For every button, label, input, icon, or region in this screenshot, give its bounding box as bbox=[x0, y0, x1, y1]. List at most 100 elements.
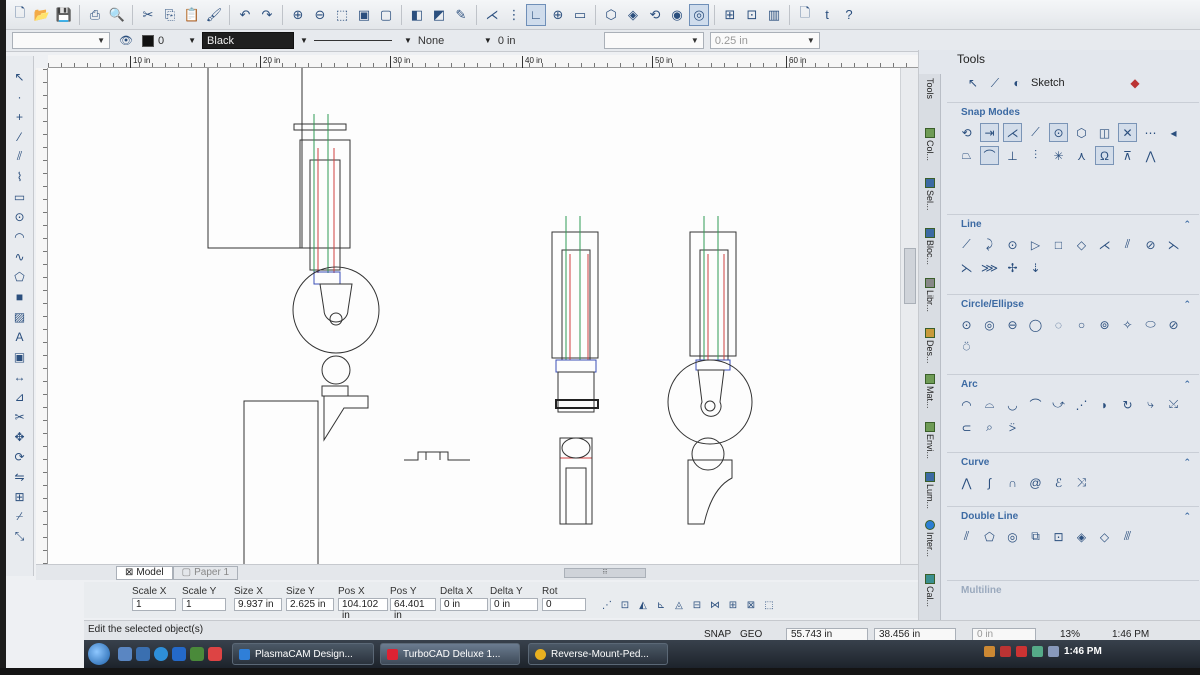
bisector-icon[interactable]: ⋋ bbox=[1164, 235, 1183, 254]
start-button[interactable] bbox=[88, 643, 110, 665]
circle-tangent-icon[interactable]: ◌ bbox=[1049, 315, 1068, 334]
drawing-canvas[interactable] bbox=[48, 68, 900, 564]
page-icon[interactable]: 🗋 bbox=[795, 4, 815, 26]
vertical-scrollbar[interactable] bbox=[900, 68, 918, 564]
zoom-window-icon[interactable]: ⬚ bbox=[332, 4, 352, 26]
revision-cloud-icon[interactable]: ⤨ bbox=[1072, 473, 1091, 492]
circle-point-icon[interactable]: ✧ bbox=[1118, 315, 1137, 334]
line-circle-icon[interactable]: ⊙ bbox=[1003, 235, 1022, 254]
taskbar-item[interactable]: PlasmaCAM Design... bbox=[232, 643, 374, 665]
collapse-icon[interactable]: ⌃ bbox=[1183, 457, 1191, 468]
polygon-icon[interactable]: ◇ bbox=[1072, 235, 1091, 254]
move-icon[interactable]: ✥ bbox=[10, 428, 30, 445]
field-value[interactable]: 1 bbox=[132, 598, 176, 611]
curve-arch-icon[interactable]: ∩ bbox=[1003, 473, 1022, 492]
line-style-combo[interactable] bbox=[313, 40, 398, 41]
snap-intersect-icon[interactable]: ⊞ bbox=[726, 598, 740, 612]
snap-vertex-icon[interactable]: ⋰ bbox=[600, 598, 614, 612]
double-rhombus-icon[interactable]: ◇ bbox=[1095, 527, 1114, 546]
field-value[interactable]: 0 in bbox=[490, 598, 538, 611]
ellipse-rotated-icon[interactable]: ⊘ bbox=[1164, 315, 1183, 334]
snap-angle-icon[interactable]: ⋀ bbox=[1141, 146, 1160, 165]
triangle-icon[interactable]: ▷ bbox=[1026, 235, 1045, 254]
side-tab-luminance[interactable]: Lum... bbox=[921, 472, 939, 509]
delta-y-field[interactable]: Delta Y 0 in bbox=[490, 586, 538, 611]
tray-icon[interactable] bbox=[1016, 646, 1027, 657]
scale-x-field[interactable]: Scale X 1 bbox=[132, 586, 176, 611]
taskbar-item[interactable]: Reverse-Mount-Ped... bbox=[528, 643, 668, 665]
size-y-field[interactable]: Size Y 2.625 in bbox=[286, 586, 334, 611]
snap-center-icon[interactable]: ⊡ bbox=[618, 598, 632, 612]
snap-tangent-icon[interactable]: ⟋ bbox=[1026, 123, 1045, 142]
field-value[interactable]: 2.625 in bbox=[286, 598, 334, 611]
chevron-down-icon[interactable]: ▼ bbox=[484, 36, 492, 45]
camera-icon[interactable]: ◉ bbox=[667, 4, 687, 26]
crosshair-icon[interactable]: + bbox=[10, 108, 30, 125]
text-icon[interactable]: t bbox=[817, 4, 837, 26]
side-tab-selection[interactable]: Sel... bbox=[921, 178, 939, 211]
undo-icon[interactable]: ↶ bbox=[235, 4, 255, 26]
field-value[interactable]: 9.937 in bbox=[234, 598, 282, 611]
snap-align-icon[interactable]: ⋌ bbox=[1003, 123, 1022, 142]
field-value[interactable]: 104.102 in bbox=[338, 598, 388, 621]
bezier-icon[interactable]: ∫ bbox=[980, 473, 999, 492]
redraw-icon[interactable]: ▢ bbox=[376, 4, 396, 26]
desktop-icon[interactable] bbox=[118, 647, 132, 661]
rectangle-icon[interactable]: □ bbox=[1049, 235, 1068, 254]
help-icon[interactable]: ? bbox=[839, 4, 859, 26]
double-line-icon[interactable]: ⫽ bbox=[957, 527, 976, 546]
workplane-icon[interactable]: ▭ bbox=[570, 4, 590, 26]
section-header[interactable]: Curve ⌃ bbox=[947, 453, 1199, 471]
arc-fillet-icon[interactable]: ⤷ bbox=[1141, 395, 1160, 414]
arc-u-icon[interactable]: ◡ bbox=[1003, 395, 1022, 414]
tangent-line-icon[interactable]: ⊘ bbox=[1141, 235, 1160, 254]
rotation-field[interactable]: Rot 0 bbox=[542, 586, 586, 611]
side-tab-environment[interactable]: Envi... bbox=[921, 422, 939, 459]
snap-quad-icon[interactable]: ⊠ bbox=[744, 598, 758, 612]
render-icon[interactable]: ◎ bbox=[689, 3, 709, 26]
node-edit-icon[interactable]: ⟋ bbox=[987, 74, 1003, 92]
print-icon[interactable]: ⎙ bbox=[85, 4, 105, 26]
pen-color-control[interactable]: 0 bbox=[142, 34, 164, 47]
circle-center-icon[interactable]: ⊙ bbox=[957, 315, 976, 334]
geo-indicator[interactable]: GEO bbox=[740, 629, 762, 640]
side-tab-internet[interactable]: Inter... bbox=[921, 520, 939, 557]
chart-icon[interactable]: ▥ bbox=[764, 4, 784, 26]
snap-grid-icon[interactable]: ⋯ bbox=[1141, 123, 1160, 142]
arc-tangent-icon[interactable]: ⌒ bbox=[1026, 395, 1045, 414]
snap-center-icon[interactable]: ⊙ bbox=[1049, 123, 1068, 142]
arc-icon[interactable]: ◠ bbox=[10, 228, 30, 245]
double-rect-icon[interactable]: ⧉ bbox=[1026, 527, 1045, 546]
stretch-icon[interactable]: ⤡ bbox=[10, 528, 30, 545]
target-icon[interactable]: ⊕ bbox=[548, 4, 568, 26]
fill-icon[interactable]: ■ bbox=[10, 288, 30, 305]
parallel-icon[interactable]: ⫽ bbox=[1118, 235, 1137, 254]
snap-line-icon[interactable]: ⊼ bbox=[1118, 146, 1137, 165]
sheet-icon[interactable]: ⊞ bbox=[720, 4, 740, 26]
select-arrow-icon[interactable]: ↖ bbox=[965, 74, 981, 92]
snap-middle-icon[interactable]: ⊟ bbox=[690, 598, 704, 612]
arrow-down-icon[interactable]: ⇣ bbox=[1026, 258, 1045, 277]
ie-icon[interactable] bbox=[172, 647, 186, 661]
circle-icon[interactable]: ○ bbox=[1072, 315, 1091, 334]
snap-tangent-icon[interactable]: ◭ bbox=[636, 598, 650, 612]
arc-elliptical-icon[interactable]: ⊂ bbox=[957, 418, 976, 437]
delta-x-field[interactable]: Delta X 0 in bbox=[440, 586, 488, 611]
side-tab-design[interactable]: Des... bbox=[921, 328, 939, 364]
side-tab-calculator[interactable]: Cal... bbox=[921, 574, 939, 607]
circle-2pt-icon[interactable]: ⊖ bbox=[1003, 315, 1022, 334]
block-icon[interactable]: ⊡ bbox=[742, 4, 762, 26]
app-icon[interactable] bbox=[190, 647, 204, 661]
snap-block-icon[interactable]: ◫ bbox=[1095, 123, 1114, 142]
ellipse-icon[interactable]: ⬭ bbox=[1141, 315, 1160, 334]
trim-icon[interactable]: ✂ bbox=[10, 408, 30, 425]
zoom-icon[interactable]: ⊕ bbox=[288, 4, 308, 26]
horizontal-scrollbar-thumb[interactable]: ⁝⁝ bbox=[564, 568, 646, 578]
polygon-icon[interactable]: ⬠ bbox=[10, 268, 30, 285]
app-icon[interactable] bbox=[208, 647, 222, 661]
collapse-icon[interactable]: ⌃ bbox=[1183, 219, 1191, 230]
select-arrow-icon[interactable]: ↖ bbox=[10, 68, 30, 85]
array-icon[interactable]: ⊞ bbox=[10, 488, 30, 505]
thickness-value[interactable]: 0 in bbox=[498, 35, 598, 47]
section-header[interactable]: Multiline bbox=[947, 581, 1199, 599]
